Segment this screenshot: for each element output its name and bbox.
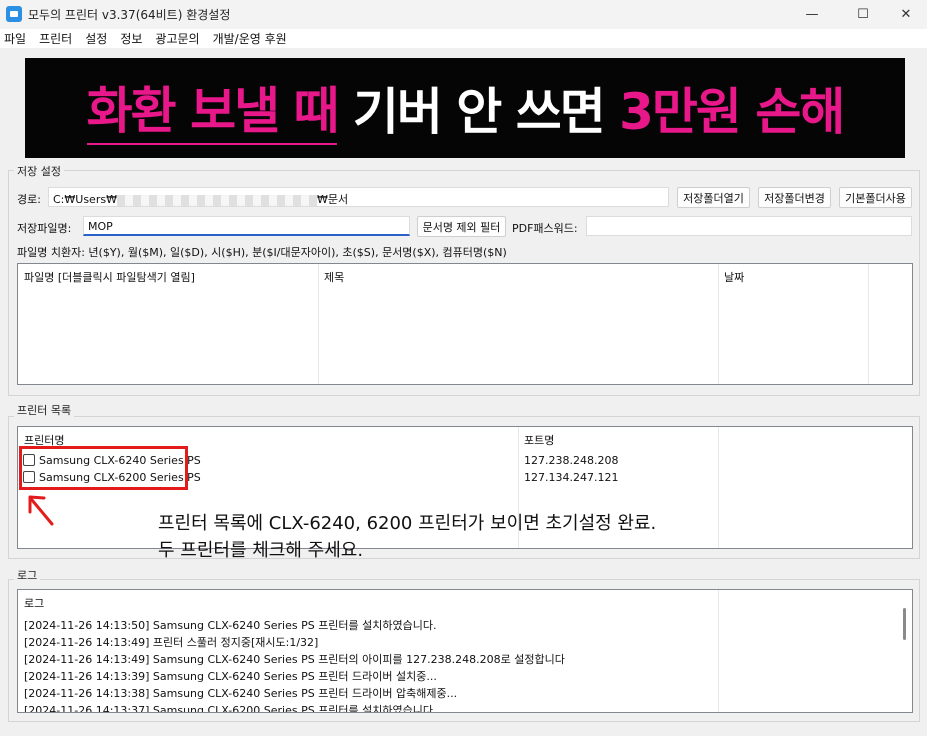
close-button[interactable]: ✕ [883,0,927,29]
log-line: [2024-11-26 14:13:39] Samsung CLX-6240 S… [24,670,437,683]
filename-field[interactable]: MOP [83,216,410,236]
path-field[interactable]: C:₩Users₩ ₩문서 [48,187,669,207]
path-suffix: ₩문서 [316,193,349,206]
column-header-title[interactable]: 제목 [324,269,344,285]
setup-note-line1: 프린터 목록에 CLX-6240, 6200 프린터가 보이면 초기설정 완료. [158,513,657,534]
path-label: 경로: [17,193,41,206]
minimize-icon: — [805,7,819,22]
doc-filter-button[interactable]: 문서명 제외 필터 [417,216,506,237]
log-scrollbar-thumb[interactable] [903,608,906,640]
menu-settings[interactable]: 설정 [85,30,107,47]
pdf-password-label: PDF패스워드: [512,222,578,235]
maximize-icon: ☐ [857,7,869,22]
printer-group-title: 프린터 목록 [14,402,75,418]
column-divider[interactable] [318,264,319,384]
log-line: [2024-11-26 14:13:38] Samsung CLX-6240 S… [24,687,458,700]
ad-banner[interactable]: 화환 보낼 때 기버 안 쓰면 3만원 손해 [25,58,905,158]
column-header-port[interactable]: 포트명 [524,432,554,448]
close-icon: ✕ [900,7,912,22]
column-divider[interactable] [718,590,719,712]
annotation-highlight-box [19,446,188,490]
log-list[interactable]: 로그 [2024-11-26 14:13:50] Samsung CLX-624… [17,589,913,713]
banner-text: 기버 안 쓰면 [337,83,620,141]
log-line: [2024-11-26 14:13:50] Samsung CLX-6240 S… [24,619,437,632]
menu-printer[interactable]: 프린터 [39,30,72,47]
column-divider[interactable] [718,264,719,384]
filename-label: 저장파일명: [17,222,72,235]
log-line: [2024-11-26 14:13:37] Samsung CLX-6200 S… [24,704,437,713]
banner-text-highlight: 화환 보낼 때 [86,71,339,145]
path-prefix: C:₩Users₩ [53,193,117,206]
storage-group-title: 저장 설정 [14,163,64,179]
printer-port: 127.134.247.121 [524,471,619,484]
log-line: [2024-11-26 14:13:49] 프린터 스풀러 정지중[재시도:1/… [24,636,319,649]
setup-note-line2: 두 프린터를 체크해 주세요. [158,540,364,561]
menu-info[interactable]: 정보 [120,30,142,47]
column-divider[interactable] [868,264,869,384]
printer-port: 127.238.248.208 [524,454,619,467]
menu-bar: 파일 프린터 설정 정보 광고문의 개발/운영 후원 [0,29,927,48]
window-title: 모두의 프린터 v3.37(64비트) 환경설정 [28,8,231,22]
saved-files-list[interactable]: 파일명 [더블클릭시 파일탐색기 열림] 제목 날짜 [17,263,913,385]
menu-support[interactable]: 개발/운영 후원 [213,30,287,47]
menu-file[interactable]: 파일 [4,30,26,47]
column-header-filename[interactable]: 파일명 [더블클릭시 파일탐색기 열림] [24,269,195,285]
minimize-button[interactable]: — [789,0,835,29]
log-group-title: 로그 [14,567,41,583]
default-folder-button[interactable]: 기본폴더사용 [839,187,912,208]
change-folder-button[interactable]: 저장폴더변경 [758,187,831,208]
annotation-arrow-icon [28,495,54,526]
maximize-button[interactable]: ☐ [840,0,886,29]
filename-substitution-hint: 파일명 치환자: 년($Y), 월($M), 일($D), 시($H), 분($… [17,246,507,259]
setup-note: 프린터 목록에 CLX-6240, 6200 프린터가 보이면 초기설정 완료.… [158,510,656,564]
path-redacted [116,194,317,206]
pdf-password-field[interactable] [586,216,912,236]
open-folder-button[interactable]: 저장폴더열기 [677,187,750,208]
column-divider[interactable] [718,427,719,548]
app-printer-icon [6,6,22,22]
menu-ad-inquiry[interactable]: 광고문의 [155,30,199,47]
banner-text-accent: 3만원 손해 [619,83,845,141]
title-bar: 모두의 프린터 v3.37(64비트) 환경설정 — ☐ ✕ [0,0,927,29]
column-header-date[interactable]: 날짜 [724,269,744,285]
column-header-log[interactable]: 로그 [24,595,44,611]
log-line: [2024-11-26 14:13:49] Samsung CLX-6240 S… [24,653,565,666]
